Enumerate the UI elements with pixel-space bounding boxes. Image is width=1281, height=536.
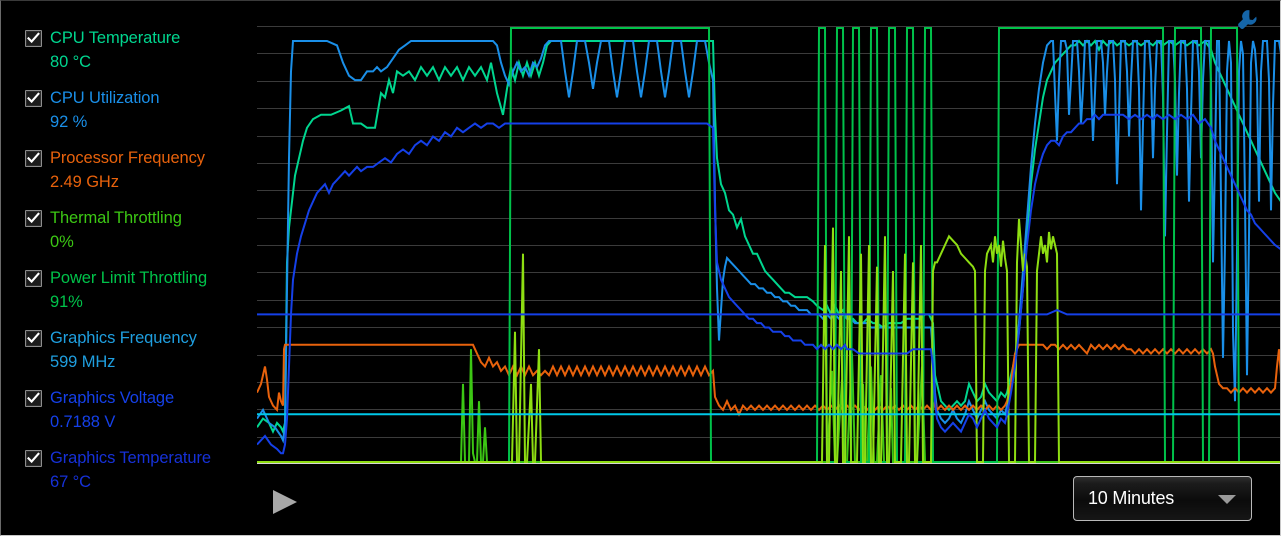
- legend-label: Power Limit Throttling: [50, 269, 208, 287]
- settings-wrench-button[interactable]: [1234, 7, 1260, 33]
- legend-item-cpu-utilization[interactable]: CPU Utilization 92 %: [1, 86, 251, 146]
- legend-value: 91%: [50, 293, 83, 311]
- chart-svg: [257, 26, 1281, 464]
- legend-label: Graphics Frequency: [50, 329, 197, 347]
- legend-row: Graphics Frequency: [25, 326, 251, 350]
- checkmark-icon: [27, 91, 40, 103]
- legend-row: CPU Temperature: [25, 26, 251, 50]
- legend-checkbox[interactable]: [25, 209, 42, 227]
- chart-series-cpu-utilization-lower-band: [257, 115, 1281, 454]
- checkmark-icon: [27, 211, 40, 223]
- legend-item-graphics-temperature[interactable]: Graphics Temperature 67 °C: [1, 446, 251, 506]
- legend-value: 2.49 GHz: [50, 173, 119, 191]
- legend-checkbox[interactable]: [25, 329, 42, 347]
- legend-label: Graphics Temperature: [50, 449, 211, 467]
- metrics-legend-sidebar: CPU Temperature 80 °C CPU Utilization 92 % P…: [1, 1, 251, 535]
- legend-value: 0%: [50, 233, 74, 251]
- legend-row: Graphics Temperature: [25, 446, 251, 470]
- legend-row: Thermal Throttling: [25, 206, 251, 230]
- legend-label: Processor Frequency: [50, 149, 205, 167]
- legend-checkbox[interactable]: [25, 449, 42, 467]
- telemetry-chart[interactable]: [257, 26, 1281, 464]
- legend-row: CPU Utilization: [25, 86, 251, 110]
- legend-item-processor-frequency[interactable]: Processor Frequency 2.49 GHz: [1, 146, 251, 206]
- legend-checkbox[interactable]: [25, 29, 42, 47]
- legend-checkbox[interactable]: [25, 269, 42, 287]
- legend-row: Graphics Voltage: [25, 386, 251, 410]
- chevron-down-icon: [1218, 494, 1236, 504]
- chart-panel: [251, 1, 1281, 535]
- legend-value: 92 %: [50, 113, 88, 131]
- chart-series-cpu-utilization: [257, 41, 1281, 440]
- chart-series-thermal-throttling: [257, 349, 1281, 462]
- legend-item-power-limit-throttling[interactable]: Power Limit Throttling 91%: [1, 266, 251, 326]
- checkmark-icon: [27, 151, 40, 163]
- time-interval-label: 10 Minutes: [1088, 488, 1175, 508]
- legend-item-graphics-voltage[interactable]: Graphics Voltage 0.7188 V: [1, 386, 251, 446]
- legend-item-cpu-temperature[interactable]: CPU Temperature 80 °C: [1, 26, 251, 86]
- legend-item-graphics-frequency[interactable]: Graphics Frequency 599 MHz: [1, 326, 251, 386]
- chart-series-graphics-temperature: [257, 310, 1281, 314]
- play-button[interactable]: [269, 486, 303, 518]
- legend-checkbox[interactable]: [25, 89, 42, 107]
- play-triangle-icon: [273, 490, 297, 514]
- legend-label: CPU Temperature: [50, 29, 181, 47]
- chart-footer: 10 Minutes: [251, 464, 1280, 535]
- legend-value: 80 °C: [50, 53, 91, 71]
- legend-value: 0.7188 V: [50, 413, 116, 431]
- legend-label: Graphics Voltage: [50, 389, 175, 407]
- legend-row: Power Limit Throttling: [25, 266, 251, 290]
- legend-value: 67 °C: [50, 473, 91, 491]
- time-interval-dropdown[interactable]: 10 Minutes: [1073, 476, 1252, 521]
- legend-value: 599 MHz: [50, 353, 116, 371]
- legend-label: CPU Utilization: [50, 89, 160, 107]
- checkmark-icon: [27, 271, 40, 283]
- legend-checkbox[interactable]: [25, 149, 42, 167]
- legend-item-thermal-throttling[interactable]: Thermal Throttling 0%: [1, 206, 251, 266]
- legend-label: Thermal Throttling: [50, 209, 182, 227]
- chart-series-graphics-frequency: [257, 219, 1281, 462]
- checkmark-icon: [27, 391, 40, 403]
- legend-checkbox[interactable]: [25, 389, 42, 407]
- wrench-icon: [1238, 10, 1257, 30]
- xtu-monitoring-window: CPU Temperature 80 °C CPU Utilization 92 % P…: [0, 0, 1281, 536]
- checkmark-icon: [27, 31, 40, 43]
- checkmark-icon: [27, 451, 40, 463]
- legend-row: Processor Frequency: [25, 146, 251, 170]
- checkmark-icon: [27, 331, 40, 343]
